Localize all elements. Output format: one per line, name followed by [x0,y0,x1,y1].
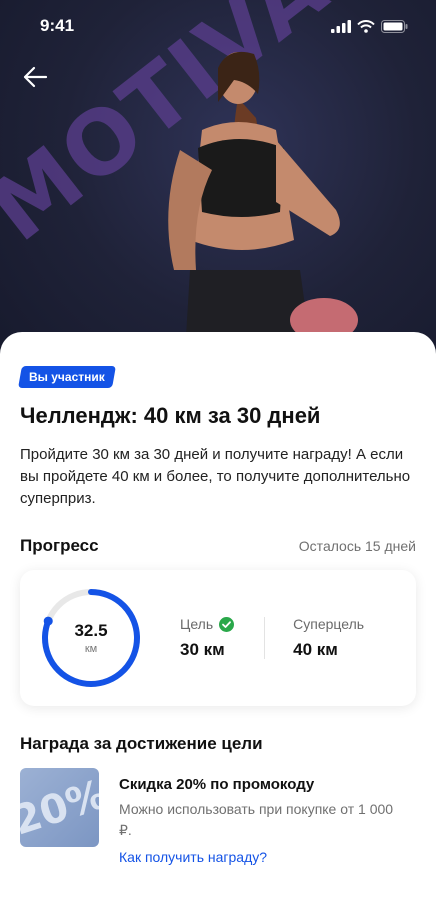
challenge-title: Челлендж: 40 км за 30 дней [20,403,321,428]
reward-image: 20% [20,768,99,847]
days-remaining: Осталось 15 дней [298,538,416,554]
participant-badge: Вы участник [18,366,116,388]
progress-ring: 32.5 км [38,585,144,691]
goal-column: Цель 30 км [180,616,235,660]
check-circle-icon [219,616,235,632]
hero-banner: MOTIVATION 9:41 [0,0,436,360]
progress-ring-text: 32.5 км [38,585,144,691]
status-icons [331,19,408,33]
hero-athlete-image [168,51,358,360]
progress-header: Прогресс Осталось 15 дней [20,536,416,556]
goal-value: 30 км [180,640,225,659]
reward-body: Скидка 20% по промокоду Можно использова… [119,768,409,865]
super-goal-label: Суперцель [293,616,365,632]
signal-icon [331,19,351,33]
progress-value: 32.5 [74,621,108,640]
super-goal-value: 40 км [293,640,338,659]
arrow-left-icon [23,66,48,88]
super-goal-column: Суперцель 40 км [293,616,364,660]
status-time: 9:41 [40,16,75,35]
goal-label-row: Цель [180,616,235,632]
battery-icon [381,19,408,33]
wifi-icon [357,19,375,33]
goal-divider [264,617,266,659]
reward-item: 20% Скидка 20% по промокоду Можно исполь… [20,768,416,865]
how-to-get-reward-link[interactable]: Как получить награду? [119,849,409,865]
content-sheet: Вы участник Челлендж: 40 км за 30 дней П… [0,332,436,901]
reward-description: Можно использовать при покупке от 1 000 … [119,801,394,838]
reward-name: Скидка 20% по промокоду [119,776,315,793]
progress-title: Прогресс [20,536,99,555]
reward-image-text: 20% [20,770,99,845]
participant-badge-label: Вы участник [29,370,105,384]
progress-unit: км [84,643,98,655]
back-button[interactable] [18,60,52,94]
status-bar: 9:41 [0,0,436,52]
challenge-description: Пройдите 30 км за 30 дней и получите наг… [20,446,411,507]
goal-label: Цель [180,616,214,632]
screen: MOTIVATION 9:41 [0,0,436,901]
progress-card: 32.5 км Цель 30 км Суперцель 40 км [20,570,416,706]
reward-section-title: Награда за достижение цели [20,734,263,753]
